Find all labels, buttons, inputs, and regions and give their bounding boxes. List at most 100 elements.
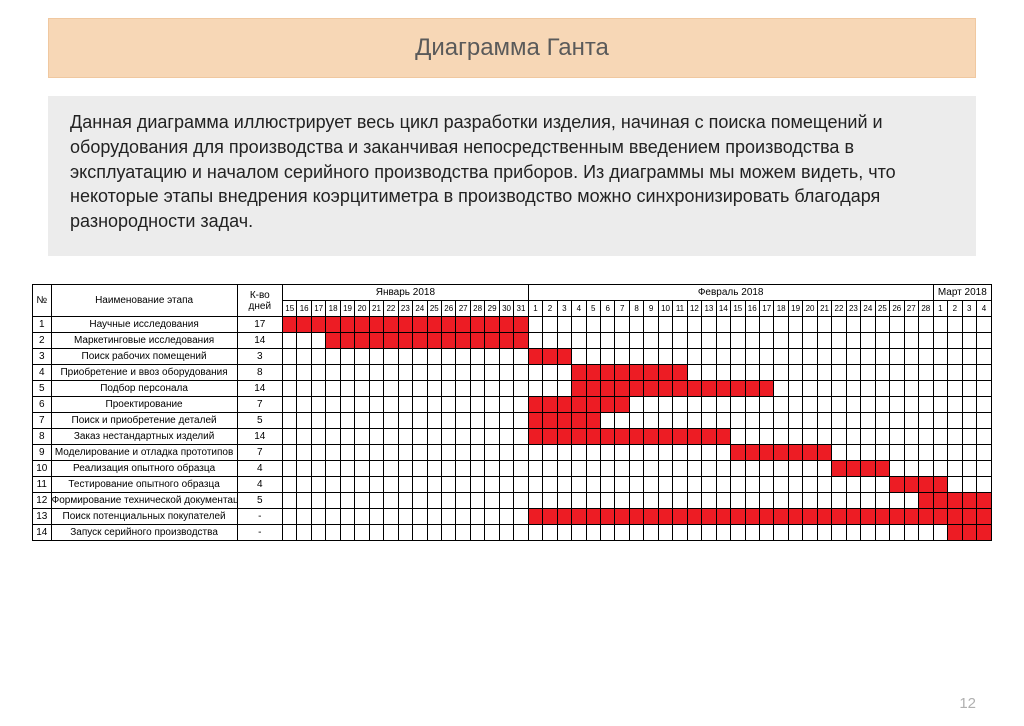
gantt-cell xyxy=(514,349,528,365)
gantt-cell xyxy=(398,365,412,381)
day-header: 24 xyxy=(413,301,427,317)
gantt-cell xyxy=(846,509,860,525)
row-days: 17 xyxy=(237,317,282,333)
gantt-cell xyxy=(788,445,802,461)
day-header: 20 xyxy=(355,301,369,317)
gantt-cell xyxy=(485,365,499,381)
gantt-cell xyxy=(615,333,629,349)
gantt-cell xyxy=(514,477,528,493)
gantt-cell xyxy=(629,461,643,477)
gantt-cell xyxy=(745,397,759,413)
gantt-cell xyxy=(413,333,427,349)
gantt-cell xyxy=(355,397,369,413)
gantt-cell xyxy=(644,413,658,429)
gantt-cell xyxy=(369,365,383,381)
title-band: Диаграмма Ганта xyxy=(48,18,976,78)
gantt-cell xyxy=(890,429,904,445)
gantt-cell xyxy=(601,381,615,397)
gantt-cell xyxy=(976,365,991,381)
gantt-cell xyxy=(369,381,383,397)
gantt-cell xyxy=(297,349,311,365)
day-header: 18 xyxy=(326,301,340,317)
gantt-cell xyxy=(629,413,643,429)
gantt-cell xyxy=(774,477,788,493)
gantt-cell xyxy=(586,445,600,461)
gantt-cell xyxy=(485,493,499,509)
gantt-cell xyxy=(918,317,933,333)
gantt-cell xyxy=(687,493,701,509)
gantt-cell xyxy=(413,509,427,525)
gantt-cell xyxy=(687,333,701,349)
gantt-cell xyxy=(875,461,889,477)
day-header: 27 xyxy=(904,301,918,317)
gantt-cell xyxy=(297,525,311,541)
gantt-cell xyxy=(543,525,557,541)
gantt-cell xyxy=(890,509,904,525)
gantt-cell xyxy=(803,349,817,365)
gantt-cell xyxy=(601,477,615,493)
gantt-cell xyxy=(456,493,470,509)
gantt-cell xyxy=(948,445,962,461)
gantt-cell xyxy=(456,509,470,525)
row-no: 3 xyxy=(33,349,52,365)
gantt-cell xyxy=(716,413,730,429)
gantt-cell xyxy=(586,477,600,493)
gantt-cell xyxy=(427,477,441,493)
gantt-cell xyxy=(846,445,860,461)
gantt-cell xyxy=(716,381,730,397)
gantt-cell xyxy=(384,381,398,397)
gantt-cell xyxy=(644,317,658,333)
gantt-cell xyxy=(962,381,976,397)
gantt-cell xyxy=(456,397,470,413)
gantt-cell xyxy=(355,349,369,365)
day-header: 23 xyxy=(398,301,412,317)
gantt-cell xyxy=(557,381,571,397)
gantt-cell xyxy=(846,525,860,541)
gantt-cell xyxy=(788,397,802,413)
gantt-cell xyxy=(687,413,701,429)
gantt-cell xyxy=(962,445,976,461)
gantt-cell xyxy=(311,445,325,461)
gantt-cell xyxy=(658,317,672,333)
day-header: 20 xyxy=(803,301,817,317)
gantt-cell xyxy=(774,381,788,397)
day-header: 10 xyxy=(658,301,672,317)
gantt-cell xyxy=(644,365,658,381)
gantt-cell xyxy=(456,525,470,541)
gantt-cell xyxy=(355,333,369,349)
gantt-cell xyxy=(470,493,484,509)
gantt-cell xyxy=(470,477,484,493)
gantt-cell xyxy=(601,397,615,413)
gantt-cell xyxy=(875,429,889,445)
gantt-cell xyxy=(485,381,499,397)
gantt-cell xyxy=(355,381,369,397)
gantt-cell xyxy=(499,493,513,509)
gantt-cell xyxy=(687,349,701,365)
gantt-cell xyxy=(976,525,991,541)
row-days: 5 xyxy=(237,413,282,429)
gantt-cell xyxy=(355,525,369,541)
row-name: Реализация опытного образца xyxy=(51,461,237,477)
day-header: 28 xyxy=(918,301,933,317)
gantt-cell xyxy=(673,509,687,525)
gantt-cell xyxy=(413,493,427,509)
gantt-cell xyxy=(976,397,991,413)
gantt-cell xyxy=(615,509,629,525)
gantt-cell xyxy=(514,365,528,381)
gantt-cell xyxy=(499,429,513,445)
gantt-cell xyxy=(615,365,629,381)
day-header: 17 xyxy=(759,301,773,317)
gantt-cell xyxy=(702,525,716,541)
gantt-cell xyxy=(572,349,586,365)
gantt-cell xyxy=(456,365,470,381)
gantt-cell xyxy=(673,461,687,477)
row-name: Поиск рабочих помещений xyxy=(51,349,237,365)
gantt-cell xyxy=(384,493,398,509)
gantt-cell xyxy=(832,349,846,365)
gantt-cell xyxy=(470,381,484,397)
gantt-cell xyxy=(817,349,831,365)
gantt-cell xyxy=(702,445,716,461)
row-name: Проектирование xyxy=(51,397,237,413)
gantt-cell xyxy=(702,381,716,397)
gantt-cell xyxy=(962,477,976,493)
